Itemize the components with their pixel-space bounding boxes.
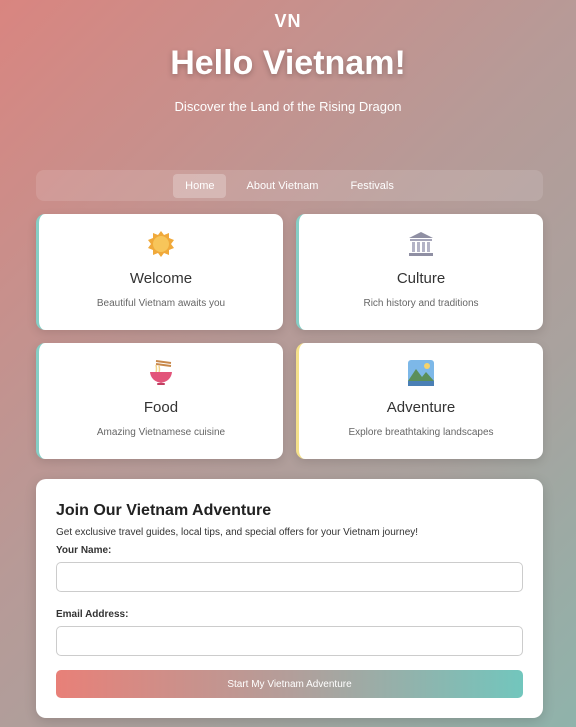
signup-form: Join Our Vietnam Adventure Get exclusive… — [36, 479, 543, 718]
card-adventure[interactable]: Adventure Explore breathtaking landscape… — [296, 343, 543, 459]
main-nav: Home About Vietnam Festivals — [36, 170, 543, 201]
name-input[interactable] — [56, 562, 523, 592]
card-description: Beautiful Vietnam awaits you — [96, 298, 226, 309]
card-culture[interactable]: Culture Rich history and traditions — [296, 214, 543, 330]
hero-title: Hello Vietnam! — [170, 44, 406, 82]
nav-item-about-vietnam[interactable]: About Vietnam — [234, 174, 330, 198]
name-label: Your Name: — [56, 545, 112, 556]
card-description: Explore breathtaking landscapes — [348, 427, 494, 438]
signup-title: Join Our Vietnam Adventure — [56, 502, 272, 519]
email-label: Email Address: — [56, 609, 129, 620]
signup-description: Get exclusive travel guides, local tips,… — [56, 527, 419, 538]
card-title: Adventure — [386, 399, 456, 416]
card-food[interactable]: Food Amazing Vietnamese cuisine — [36, 343, 283, 459]
classical-building-icon — [299, 230, 543, 258]
card-welcome[interactable]: Welcome Beautiful Vietnam awaits you — [36, 214, 283, 330]
card-title: Culture — [396, 270, 446, 287]
site-logo: VN — [274, 11, 302, 31]
landscape-icon — [299, 359, 543, 387]
card-title: Welcome — [129, 270, 193, 287]
nav-item-home[interactable]: Home — [173, 173, 227, 198]
card-description: Rich history and traditions — [363, 298, 479, 309]
card-title: Food — [143, 399, 179, 416]
nav-item-festivals[interactable]: Festivals — [338, 174, 405, 198]
card-description: Amazing Vietnamese cuisine — [96, 427, 226, 438]
sun-icon — [39, 230, 283, 258]
hero-subtitle: Discover the Land of the Rising Dragon — [174, 99, 402, 114]
noodle-bowl-icon — [39, 359, 283, 387]
email-input[interactable] — [56, 626, 523, 656]
start-adventure-button[interactable]: Start My Vietnam Adventure — [56, 670, 523, 698]
